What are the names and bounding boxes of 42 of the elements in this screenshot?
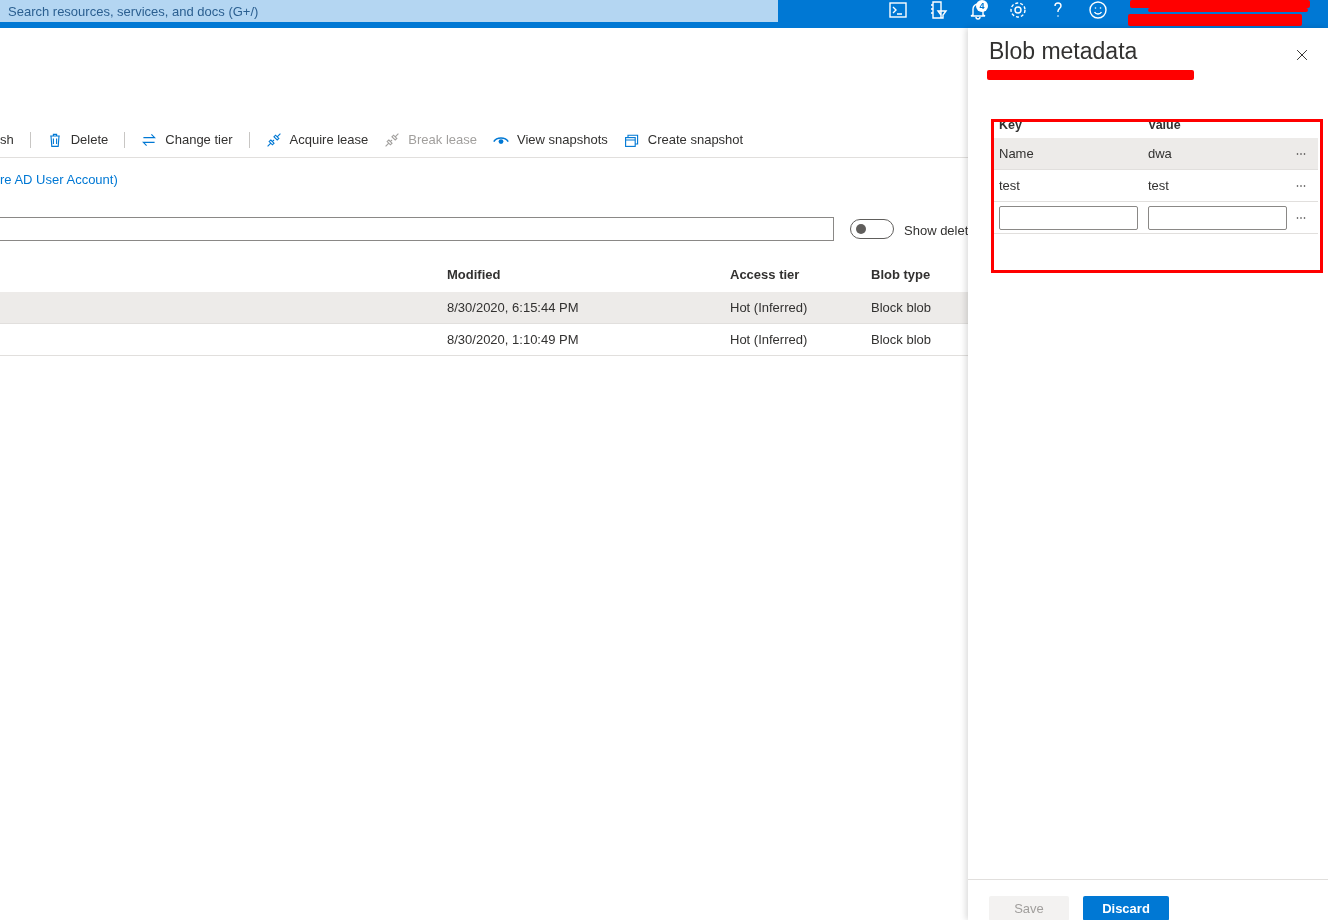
copy-stack-icon <box>623 132 640 148</box>
terminal-icon[interactable] <box>888 0 908 20</box>
metadata-row[interactable]: Name dwa <box>993 138 1318 170</box>
search-field[interactable]: Search resources, services, and docs (G+/) <box>0 0 778 22</box>
plug-icon <box>384 132 401 148</box>
table-cell-text: Name <box>999 144 1035 163</box>
close-icon <box>1295 48 1309 62</box>
column-header[interactable]: Access tier <box>730 265 871 285</box>
plug-icon <box>265 132 282 148</box>
table-cell-text: Hot (Inferred) <box>730 330 809 349</box>
table-cell-text: Block blob <box>871 330 932 349</box>
toggle-switch[interactable] <box>850 219 894 239</box>
table-row[interactable]: 8/30/2020, 1:10:49 PM Hot (Inferred) Block blob <box>0 324 968 356</box>
table-cell-text: Block blob <box>871 298 932 317</box>
table-cell-text: dwa <box>1148 144 1173 163</box>
settings-icon[interactable] <box>1008 0 1028 20</box>
panel-title: Blob metadata <box>989 38 1138 66</box>
filter-field[interactable] <box>0 217 834 241</box>
directory-filter-icon[interactable] <box>928 0 948 20</box>
toolbar-button[interactable]: Change tier <box>133 130 241 150</box>
column-header[interactable]: Blob type <box>871 265 968 285</box>
toolbar-button[interactable]: Acquire lease <box>257 130 377 150</box>
swap-arrows-icon <box>141 132 158 148</box>
auth-link[interactable]: re AD User Account) <box>0 170 118 190</box>
table-cell-text: Hot (Inferred) <box>730 298 809 317</box>
smiley-icon[interactable] <box>1088 0 1108 20</box>
table-cell-text: test <box>1148 176 1170 195</box>
table-row[interactable]: 8/30/2020, 6:15:44 PM Hot (Inferred) Block blob <box>0 292 968 324</box>
value-input-field[interactable] <box>1148 205 1287 230</box>
column-header[interactable]: Modified <box>447 265 730 285</box>
toolbar-button[interactable]: Create snapshot <box>615 130 752 150</box>
toolbar-button[interactable]: Delete <box>38 130 117 150</box>
discard-button[interactable]: Discard <box>1083 896 1169 920</box>
toolbar-button[interactable]: View snapshots <box>484 130 616 150</box>
table-cell-text: 8/30/2020, 6:15:44 PM <box>447 298 580 317</box>
toggle-label: Show delet <box>904 222 969 240</box>
table-cell-text: test <box>999 176 1021 195</box>
table-cell-text: 8/30/2020, 1:10:49 PM <box>447 330 580 349</box>
toolbar-button[interactable]: sh <box>0 130 22 150</box>
key-input-field[interactable] <box>999 205 1138 230</box>
notification-badge: 4 <box>976 0 988 12</box>
metadata-row[interactable]: test test <box>993 170 1318 202</box>
